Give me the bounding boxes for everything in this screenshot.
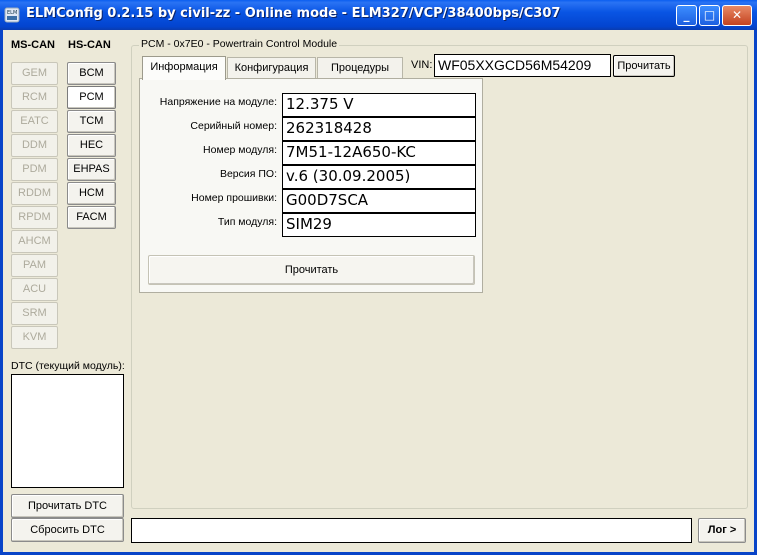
info-row-value[interactable]: 262318428: [282, 117, 476, 141]
status-field: [131, 518, 692, 543]
info-row-value[interactable]: SIM29: [282, 213, 476, 237]
hs-can-module-hcm-button[interactable]: HCM: [67, 182, 116, 205]
ms-can-module-kvm-button[interactable]: KVM: [11, 326, 58, 349]
close-button[interactable]: ✕: [722, 5, 752, 26]
hs-can-module-ehpas-button[interactable]: EHPAS: [67, 158, 116, 181]
ms-can-module-gem-button[interactable]: GEM: [11, 62, 58, 85]
ms-can-module-ahcm-button[interactable]: AHCM: [11, 230, 58, 253]
vin-field[interactable]: WF05XXGCD56M54209: [434, 54, 611, 77]
dtc-label: DTC (текущий модуль):: [11, 360, 125, 372]
ms-can-module-acu-button[interactable]: ACU: [11, 278, 58, 301]
hs-can-module-facm-button[interactable]: FACM: [67, 206, 116, 229]
ms-can-module-rcm-button[interactable]: RCM: [11, 86, 58, 109]
ms-can-header: MS-CAN: [11, 39, 55, 51]
window-title: ELMConfig 0.2.15 by civil-zz - Online mo…: [26, 6, 561, 21]
log-button[interactable]: Лог >: [698, 518, 746, 543]
minimize-button[interactable]: _: [676, 5, 697, 26]
hs-can-module-hec-button[interactable]: HEC: [67, 134, 116, 157]
info-row-label: Серийный номер:: [190, 120, 277, 132]
info-row-value[interactable]: 12.375 V: [282, 93, 476, 117]
info-row-value[interactable]: 7M51-12A650-KC: [282, 141, 476, 165]
hs-can-module-tcm-button[interactable]: TCM: [67, 110, 116, 133]
ms-can-module-rddm-button[interactable]: RDDM: [11, 182, 58, 205]
tab-procedures[interactable]: Процедуры: [317, 57, 403, 78]
info-row-label: Версия ПО:: [219, 168, 277, 180]
read-dtc-button[interactable]: Прочитать DTC: [11, 494, 124, 518]
read-module-info-button[interactable]: Прочитать: [148, 255, 475, 285]
hs-can-header: HS-CAN: [68, 39, 111, 51]
ms-can-module-pam-button[interactable]: PAM: [11, 254, 58, 277]
svg-text:ELM: ELM: [7, 10, 17, 16]
hs-can-module-bcm-button[interactable]: BCM: [67, 62, 116, 85]
clear-dtc-button[interactable]: Сбросить DTC: [11, 518, 124, 542]
info-row-label: Номер прошивки:: [191, 192, 277, 204]
vin-label: VIN:: [411, 59, 433, 71]
hs-can-module-pcm-button[interactable]: PCM: [67, 86, 116, 109]
maximize-button[interactable]: □: [699, 5, 720, 26]
info-row-label: Тип модуля:: [217, 216, 277, 228]
dtc-list[interactable]: [11, 374, 124, 488]
vin-read-button[interactable]: Прочитать: [613, 55, 675, 77]
tab-information[interactable]: Информация: [142, 56, 226, 80]
tab-configuration[interactable]: Конфигурация: [227, 57, 316, 78]
info-row-label: Номер модуля:: [203, 144, 277, 156]
ms-can-module-rpdm-button[interactable]: RPDM: [11, 206, 58, 229]
ms-can-module-eatc-button[interactable]: EATC: [11, 110, 58, 133]
app-icon: ELM: [4, 7, 20, 23]
info-row-label: Напряжение на модуле:: [159, 96, 277, 108]
ms-can-module-srm-button[interactable]: SRM: [11, 302, 58, 325]
ms-can-module-ddm-button[interactable]: DDM: [11, 134, 58, 157]
module-group-title: PCM - 0x7E0 - Powertrain Control Module: [139, 38, 340, 50]
info-row-value[interactable]: v.6 (30.09.2005): [282, 165, 476, 189]
info-row-value[interactable]: G00D7SCA: [282, 189, 476, 213]
ms-can-module-pdm-button[interactable]: PDM: [11, 158, 58, 181]
